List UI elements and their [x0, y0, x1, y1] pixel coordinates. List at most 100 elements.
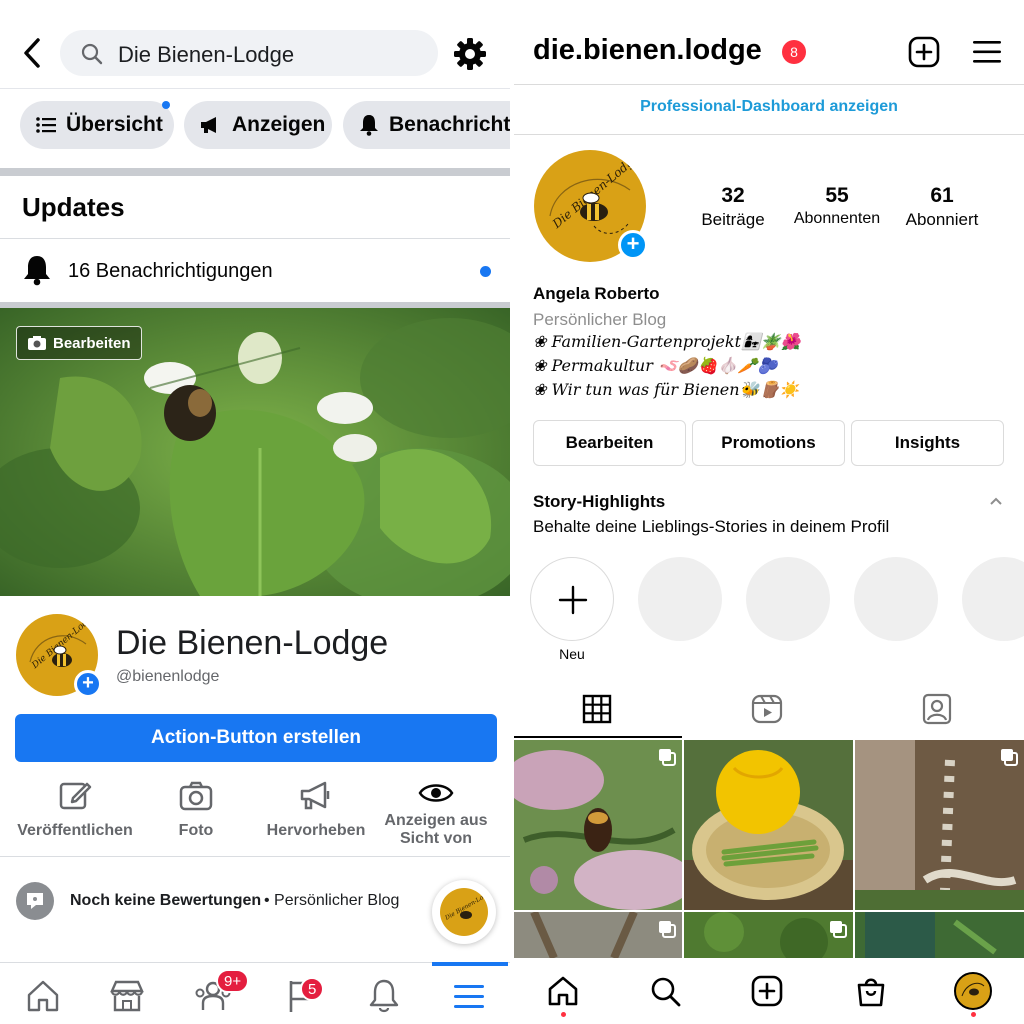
facebook-header: Die Bienen-Lodge [0, 0, 510, 88]
notifications-count-label: 16 Benachrichtigungen [68, 260, 273, 282]
edit-profile-button[interactable]: Bearbeiten [533, 420, 686, 466]
chat-head-avatar[interactable]: Die Bienen-Lodge [432, 880, 496, 944]
following-count: 61 [930, 184, 954, 207]
post-thumbnail[interactable] [684, 912, 853, 958]
divider [0, 238, 510, 239]
page-tools-row: Veröffentlichen Foto Hervorheben Anzeige… [0, 774, 510, 856]
compose-icon [10, 778, 140, 814]
highlight-placeholder [854, 557, 938, 641]
stat-following[interactable]: 61 Abonniert [887, 184, 997, 230]
stat-followers[interactable]: 55 Abonnenten [782, 184, 892, 228]
section-title-updates: Updates [22, 192, 125, 222]
post-thumbnail[interactable] [514, 912, 682, 958]
page-handle: @bienenlodge [116, 668, 220, 685]
followers-label: Abonnenten [793, 210, 881, 227]
highlights-title: Story-Highlights [533, 492, 666, 511]
megaphone-icon [200, 116, 222, 134]
followers-count: 55 [825, 184, 849, 207]
divider [514, 134, 1024, 135]
post-thumbnail[interactable] [855, 912, 1024, 958]
avatar: Die Bienen-Lodge [440, 888, 488, 936]
multi-photo-icon [829, 920, 847, 943]
display-name: Angela Roberto [533, 284, 660, 303]
plus-icon [558, 585, 588, 615]
new-highlight-label: Neu [559, 646, 585, 662]
chip-notifications[interactable]: Benachrichtigungen [343, 101, 510, 149]
search-input[interactable]: Die Bienen-Lodge [60, 30, 438, 76]
reels-icon[interactable] [750, 692, 790, 732]
post-thumbnail[interactable] [684, 740, 853, 910]
highlight-placeholder [746, 557, 830, 641]
new-highlight-button[interactable] [530, 557, 614, 641]
megaphone-icon [251, 778, 381, 814]
unread-dot [480, 266, 491, 277]
create-icon[interactable] [750, 974, 784, 1013]
insights-button[interactable]: Insights [851, 420, 1004, 466]
chevron-up-icon[interactable] [988, 494, 1004, 512]
back-arrow-icon[interactable] [18, 36, 46, 70]
create-icon[interactable] [908, 36, 940, 73]
gear-icon[interactable] [452, 36, 488, 77]
review-bubble-icon [16, 882, 54, 920]
promote-button[interactable]: Hervorheben [251, 774, 381, 840]
view-as-button[interactable]: Anzeigen aus Sicht von [371, 774, 501, 848]
divider [0, 856, 510, 857]
active-tab-indicator [514, 736, 682, 738]
shop-icon[interactable] [854, 974, 888, 1013]
reviews-row[interactable]: Noch keine Bewertungen • Persönlicher Bl… [0, 858, 510, 944]
chip-overview[interactable]: Übersicht [20, 101, 174, 149]
chip-bar: Übersicht Anzeigen Benachrichtigungen [0, 88, 510, 164]
tagged-icon[interactable] [920, 692, 960, 732]
posts-label: Beiträge [701, 210, 765, 229]
photo-button[interactable]: Foto [131, 774, 261, 840]
bio-line: ❀ Familien-Gartenprojekt👩‍👧🪴🌺 [533, 332, 801, 351]
professional-dashboard-link[interactable]: Professional-Dashboard anzeigen [514, 98, 1024, 116]
notification-badge: 8 [782, 40, 806, 64]
highlight-placeholder [962, 557, 1024, 641]
promotions-button[interactable]: Promotions [692, 420, 845, 466]
bell-icon [359, 114, 379, 136]
activity-dot [561, 1012, 566, 1017]
add-story-plus-icon[interactable]: + [618, 230, 648, 260]
photo-label: Foto [178, 822, 214, 839]
page-category: • Persönlicher Blog [264, 892, 400, 909]
publish-button[interactable]: Veröffentlichen [10, 774, 140, 840]
post-thumbnail[interactable] [855, 740, 1024, 910]
highlights-subtitle: Behalte deine Lieblings-Stories in deine… [533, 517, 890, 536]
activity-dot [971, 1012, 976, 1017]
profile-avatar[interactable] [954, 972, 992, 1010]
profile-category: Persönlicher Blog [533, 310, 667, 329]
bio-line: ❀ Wir tun was für Bienen🐝🪵☀️ [533, 380, 800, 399]
notifications-row[interactable]: 16 Benachrichtigungen [0, 240, 510, 302]
list-icon [36, 116, 56, 134]
multi-photo-icon [658, 920, 676, 943]
cover-photo[interactable]: Bearbeiten [0, 308, 510, 596]
promote-label: Hervorheben [266, 822, 366, 839]
marketplace-icon[interactable] [108, 977, 148, 1017]
instagram-profile-screen: die.bienen.lodge 8 Professional-Dashboar… [514, 0, 1024, 1024]
following-label: Abonniert [905, 210, 979, 229]
camera-icon [27, 335, 47, 351]
menu-icon[interactable] [450, 977, 490, 1017]
add-photo-plus-icon[interactable]: + [74, 670, 102, 698]
grid-icon[interactable] [580, 692, 620, 732]
create-action-button[interactable]: Action-Button erstellen [15, 714, 497, 762]
profile-username[interactable]: die.bienen.lodge [533, 34, 762, 67]
search-icon[interactable] [648, 974, 682, 1013]
hamburger-menu-icon[interactable] [972, 38, 1002, 71]
bio-line: ❀ Permakultur 🪱🥔🍓🧄🥕🫐 [533, 356, 778, 375]
post-thumbnail[interactable] [514, 740, 682, 910]
chip-label: Übersicht [66, 113, 163, 136]
search-query-text: Die Bienen-Lodge [118, 42, 295, 67]
publish-label: Veröffentlichen [17, 822, 133, 839]
home-icon[interactable] [546, 974, 580, 1013]
divider [0, 168, 510, 176]
stat-posts[interactable]: 32 Beiträge [678, 184, 788, 230]
chip-ads[interactable]: Anzeigen [184, 101, 332, 149]
edit-cover-button[interactable]: Bearbeiten [16, 326, 142, 360]
bottom-navigation [514, 962, 1024, 1024]
page-title: Die Bienen-Lodge [116, 624, 389, 662]
home-icon[interactable] [24, 977, 64, 1017]
reviews-label: Noch keine Bewertungen [70, 892, 262, 909]
bell-icon[interactable] [365, 977, 405, 1017]
